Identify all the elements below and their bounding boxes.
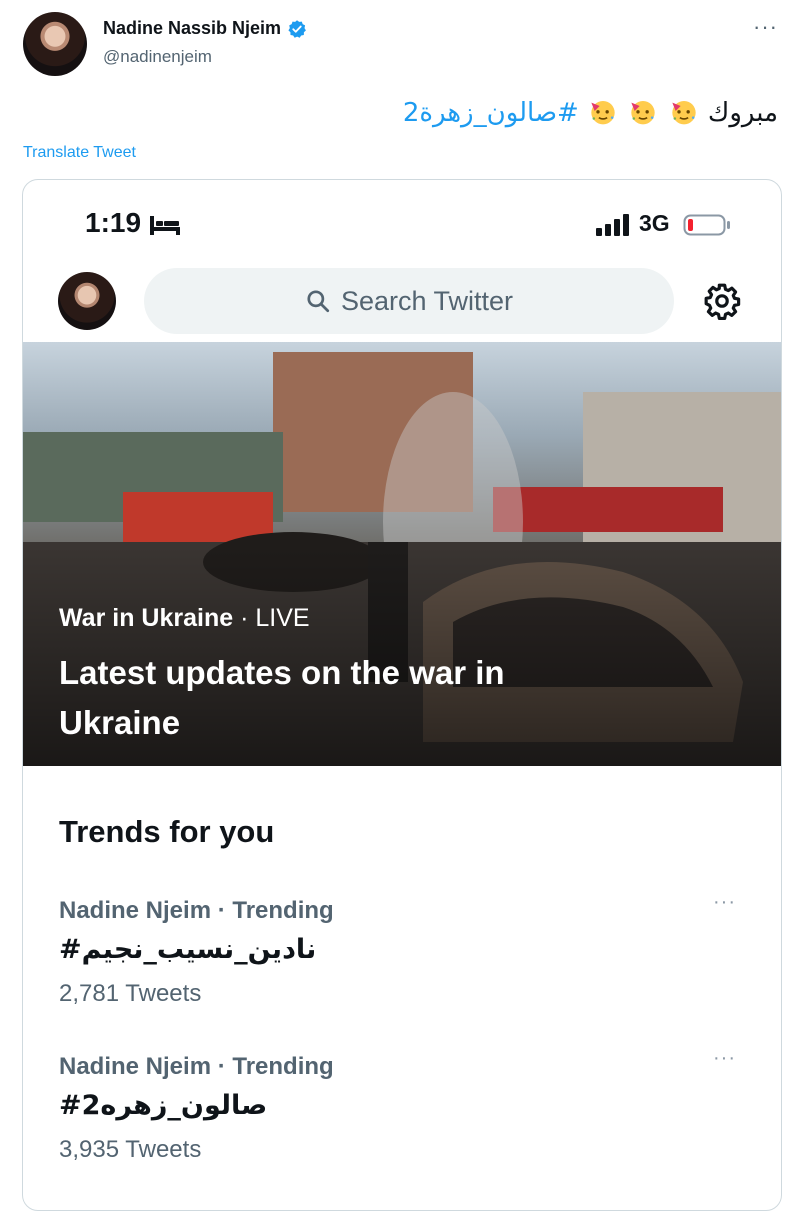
trend-more-icon[interactable]: ··· [713, 891, 736, 914]
translate-tweet-link[interactable]: Translate Tweet [23, 144, 136, 162]
author-avatar[interactable] [23, 12, 87, 76]
trend-tweet-count: 2,781 Tweets [59, 980, 202, 1007]
trend-item[interactable]: Nadine Njeim · Trending #نادين_نسيب_نجيم… [23, 891, 781, 1027]
sleep-mode-icon [150, 216, 180, 235]
tweet: Nadine Nassib Njeim @nadinenjeim ··· مبر… [0, 0, 800, 1211]
emoji-group [579, 98, 700, 128]
tweet-text: مبروك #صالون_زهرة2 [403, 96, 778, 128]
status-time: 1:19 [85, 207, 142, 238]
partying-face-icon [631, 101, 656, 125]
hero-separator: · [233, 604, 256, 632]
settings-gear-icon[interactable] [703, 282, 741, 320]
tweet-hashtag-link[interactable]: #صالون_زهرة2 [403, 98, 579, 128]
tweet-media-image[interactable]: 1:19 3G Search Twitter War in Ukraine · … [22, 179, 782, 1211]
trends-heading: Trends for you [59, 814, 275, 849]
live-badge: LIVE [255, 604, 310, 632]
hero-topic: War in Ukraine [59, 604, 234, 632]
verified-badge-icon [288, 19, 306, 38]
search-placeholder: Search Twitter [340, 285, 514, 316]
hero-meta: War in Ukraine · LIVE [59, 604, 310, 633]
profile-avatar[interactable] [58, 272, 116, 330]
battery-low-icon [683, 214, 730, 236]
hero-headline: Latest updates on the war in Ukraine [59, 654, 505, 741]
trend-name: #صالون_زهره2 [59, 1090, 268, 1121]
partying-face-icon [671, 101, 696, 125]
network-type: 3G [639, 210, 670, 236]
search-input[interactable]: Search Twitter [144, 268, 674, 334]
trend-tweet-count: 3,935 Tweets [59, 1136, 202, 1163]
tweet-word: مبروك [707, 98, 778, 128]
news-hero-card[interactable]: War in Ukraine · LIVE Latest updates on … [23, 342, 781, 766]
trend-context: Nadine Njeim · Trending [59, 1053, 334, 1080]
partying-face-icon [591, 101, 615, 125]
cellular-signal-icon [596, 214, 629, 236]
author-handle[interactable]: @nadinenjeim [103, 47, 212, 67]
search-header: Search Twitter [23, 268, 781, 338]
trend-name: #نادين_نسيب_نجيم [59, 934, 317, 965]
search-icon [307, 290, 330, 313]
trend-more-icon[interactable]: ··· [713, 1047, 736, 1070]
author-name-row: Nadine Nassib Njeim [103, 18, 307, 39]
trend-item[interactable]: Nadine Njeim · Trending #صالون_زهره2 3,9… [23, 1047, 781, 1183]
author-display-name[interactable]: Nadine Nassib Njeim [103, 18, 281, 39]
trend-context: Nadine Njeim · Trending [59, 897, 334, 924]
tweet-more-icon[interactable]: ··· [753, 14, 778, 40]
phone-status-bar: 1:19 3G [23, 180, 781, 260]
